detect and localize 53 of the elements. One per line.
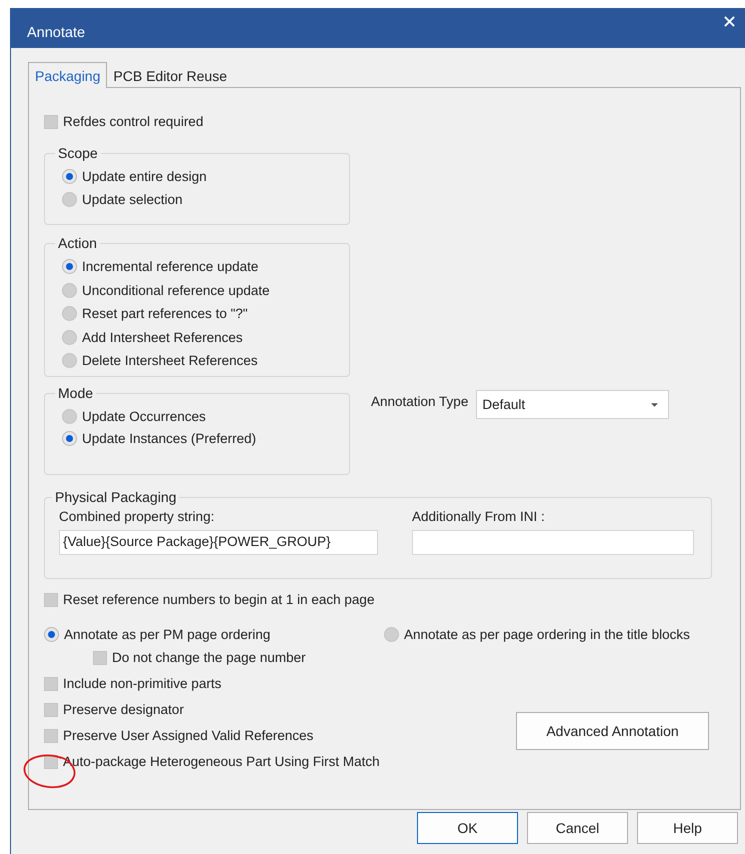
radio-label: Update entire design [82,169,207,184]
radio-button[interactable] [62,192,77,207]
dialog-button[interactable]: Help [637,812,738,844]
field-label: Combined property string: [59,509,216,524]
annotation-type-dropdown[interactable]: Default [476,390,670,419]
checkbox-label: Preserve User Assigned Valid References [63,728,314,743]
checkbox-label: Preserve designator [63,702,184,717]
input-field[interactable]: {Value}{Source Package}{POWER_GROUP} [59,530,378,555]
checkbox-label: Include non-primitive parts [63,676,222,691]
checkbox-label: Do not change the page number [112,650,306,665]
checkbox[interactable] [44,702,58,716]
radio-label: Update Instances (Preferred) [82,430,256,446]
radio-button[interactable] [62,282,77,298]
dialog-button[interactable]: Cancel [527,812,628,844]
radio-label: Add Intersheet References [82,330,243,345]
radio-button[interactable] [62,259,77,274]
field-label: Annotation Type [371,394,468,409]
checkbox[interactable] [93,650,107,664]
checkbox[interactable] [44,676,58,690]
radio-button[interactable] [62,430,77,446]
field-label: Additionally From INI : [412,509,546,524]
checkbox-label: Refdes control required [63,114,204,129]
radio-label: Incremental reference update [82,259,258,274]
radio-label: Annotate as per page ordering in the title blocks [404,627,690,642]
checkbox-label: Reset reference numbers to begin at 1 in each page [63,592,374,607]
radio-label: Reset part references to "?" [82,306,248,322]
radio-button[interactable] [62,306,77,322]
radio-button[interactable] [62,169,77,184]
tab[interactable]: PCB Editor Reuse [107,65,233,87]
checkbox[interactable] [44,592,58,606]
group-title: Action [57,235,98,251]
radio-button[interactable] [62,408,77,424]
radio-button[interactable] [384,627,399,642]
checkbox[interactable] [44,728,58,742]
advanced-annotation-button[interactable]: Advanced Annotation [516,712,709,750]
group-title: Scope [57,145,99,161]
radio-button[interactable] [44,627,59,642]
radio-label: Update Occurrences [82,408,206,424]
radio-label: Unconditional reference update [82,282,270,298]
group-title: Mode [57,385,94,401]
caret-icon [651,402,658,406]
checkbox[interactable] [44,114,58,128]
radio-label: Delete Intersheet References [82,353,258,368]
radio-label: Annotate as per PM page ordering [64,627,270,642]
radio-button[interactable] [62,353,77,368]
radio-label: Update selection [82,192,183,207]
close-icon[interactable] [724,16,735,26]
radio-button[interactable] [62,330,77,345]
dialog-button[interactable]: OK [417,812,518,844]
window-title: Annotate [27,24,86,40]
tab[interactable]: Packaging [28,62,108,88]
group-title: Physical Packaging [54,489,178,505]
input-field[interactable] [412,530,694,555]
